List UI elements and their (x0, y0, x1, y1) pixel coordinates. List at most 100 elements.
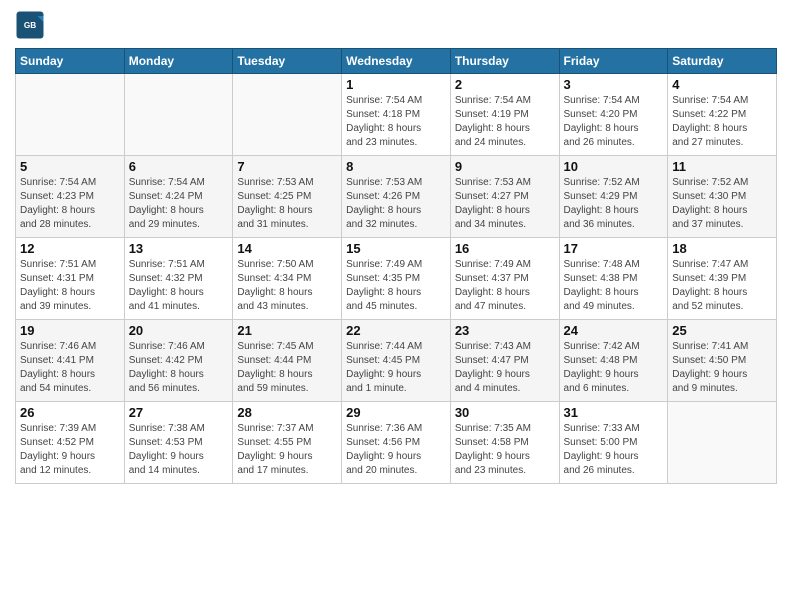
day-number: 14 (237, 241, 337, 256)
calendar-cell: 13Sunrise: 7:51 AM Sunset: 4:32 PM Dayli… (124, 238, 233, 320)
day-number: 18 (672, 241, 772, 256)
day-number: 15 (346, 241, 446, 256)
day-number: 4 (672, 77, 772, 92)
day-info: Sunrise: 7:43 AM Sunset: 4:47 PM Dayligh… (455, 340, 555, 396)
day-number: 22 (346, 323, 446, 338)
day-info: Sunrise: 7:54 AM Sunset: 4:19 PM Dayligh… (455, 94, 555, 150)
weekday-header-row: SundayMondayTuesdayWednesdayThursdayFrid… (16, 49, 777, 74)
calendar-week-1: 1Sunrise: 7:54 AM Sunset: 4:18 PM Daylig… (16, 74, 777, 156)
calendar-table: SundayMondayTuesdayWednesdayThursdayFrid… (15, 48, 777, 484)
weekday-header-monday: Monday (124, 49, 233, 74)
day-number: 28 (237, 405, 337, 420)
calendar-cell: 8 Sunrise: 7:53 AM Sunset: 4:26 PM Daylig… (342, 156, 451, 238)
logo-icon: GB (15, 10, 45, 40)
calendar-cell: 22 Sunrise: 7:44 AM Sunset: 4:45 PM Dayli… (342, 320, 451, 402)
day-info: Sunrise: 7:52 AM Sunset: 4:29 PM Dayligh… (564, 176, 664, 232)
day-info: Sunrise: 7:37 AM Sunset: 4:55 PM Dayligh… (237, 422, 337, 478)
calendar-cell: 21Sunrise: 7:45 AM Sunset: 4:44 PM Dayli… (233, 320, 342, 402)
day-info: Sunrise: 7:53 AM Sunset: 4:25 PM Dayligh… (237, 176, 337, 232)
day-number: 30 (455, 405, 555, 420)
day-number: 25 (672, 323, 772, 338)
day-info: Sunrise: 7:54 AM Sunset: 4:23 PM Dayligh… (20, 176, 120, 232)
calendar-cell (233, 74, 342, 156)
calendar-cell: 16Sunrise: 7:49 AM Sunset: 4:37 PM Dayli… (450, 238, 559, 320)
day-info: Sunrise: 7:49 AM Sunset: 4:35 PM Dayligh… (346, 258, 446, 314)
day-number: 8 (346, 159, 446, 174)
day-info: Sunrise: 7:41 AM Sunset: 4:50 PM Dayligh… (672, 340, 772, 396)
day-number: 19 (20, 323, 120, 338)
calendar-cell: 25 Sunrise: 7:41 AM Sunset: 4:50 PM Dayli… (668, 320, 777, 402)
calendar-cell: 12Sunrise: 7:51 AM Sunset: 4:31 PM Dayli… (16, 238, 125, 320)
calendar-cell: 1Sunrise: 7:54 AM Sunset: 4:18 PM Daylig… (342, 74, 451, 156)
calendar-week-4: 19Sunrise: 7:46 AM Sunset: 4:41 PM Dayli… (16, 320, 777, 402)
day-info: Sunrise: 7:54 AM Sunset: 4:24 PM Dayligh… (129, 176, 229, 232)
day-info: Sunrise: 7:39 AM Sunset: 4:52 PM Dayligh… (20, 422, 120, 478)
day-number: 23 (455, 323, 555, 338)
logo: GB (15, 10, 49, 40)
calendar-cell: 2Sunrise: 7:54 AM Sunset: 4:19 PM Daylig… (450, 74, 559, 156)
calendar-cell: 30Sunrise: 7:35 AM Sunset: 4:58 PM Dayli… (450, 402, 559, 484)
weekday-header-tuesday: Tuesday (233, 49, 342, 74)
day-info: Sunrise: 7:36 AM Sunset: 4:56 PM Dayligh… (346, 422, 446, 478)
svg-text:GB: GB (24, 21, 36, 30)
weekday-header-sunday: Sunday (16, 49, 125, 74)
calendar-cell: 18 Sunrise: 7:47 AM Sunset: 4:39 PM Dayli… (668, 238, 777, 320)
day-number: 13 (129, 241, 229, 256)
calendar-cell (16, 74, 125, 156)
day-number: 7 (237, 159, 337, 174)
day-info: Sunrise: 7:46 AM Sunset: 4:42 PM Dayligh… (129, 340, 229, 396)
calendar-cell: 19Sunrise: 7:46 AM Sunset: 4:41 PM Dayli… (16, 320, 125, 402)
calendar-cell (124, 74, 233, 156)
day-number: 24 (564, 323, 664, 338)
day-number: 11 (672, 159, 772, 174)
day-number: 12 (20, 241, 120, 256)
day-info: Sunrise: 7:53 AM Sunset: 4:27 PM Dayligh… (455, 176, 555, 232)
calendar-cell: 23 Sunrise: 7:43 AM Sunset: 4:47 PM Dayli… (450, 320, 559, 402)
calendar-cell: 31Sunrise: 7:33 AM Sunset: 5:00 PM Dayli… (559, 402, 668, 484)
day-info: Sunrise: 7:47 AM Sunset: 4:39 PM Dayligh… (672, 258, 772, 314)
weekday-header-wednesday: Wednesday (342, 49, 451, 74)
day-info: Sunrise: 7:53 AM Sunset: 4:26 PM Dayligh… (346, 176, 446, 232)
calendar-cell: 5 Sunrise: 7:54 AM Sunset: 4:23 PM Daylig… (16, 156, 125, 238)
day-info: Sunrise: 7:49 AM Sunset: 4:37 PM Dayligh… (455, 258, 555, 314)
calendar-cell: 4Sunrise: 7:54 AM Sunset: 4:22 PM Daylig… (668, 74, 777, 156)
day-number: 3 (564, 77, 664, 92)
day-info: Sunrise: 7:54 AM Sunset: 4:20 PM Dayligh… (564, 94, 664, 150)
day-info: Sunrise: 7:38 AM Sunset: 4:53 PM Dayligh… (129, 422, 229, 478)
weekday-header-thursday: Thursday (450, 49, 559, 74)
calendar-cell: 3 Sunrise: 7:54 AM Sunset: 4:20 PM Daylig… (559, 74, 668, 156)
day-info: Sunrise: 7:52 AM Sunset: 4:30 PM Dayligh… (672, 176, 772, 232)
weekday-header-saturday: Saturday (668, 49, 777, 74)
day-number: 21 (237, 323, 337, 338)
day-number: 27 (129, 405, 229, 420)
day-info: Sunrise: 7:42 AM Sunset: 4:48 PM Dayligh… (564, 340, 664, 396)
calendar-cell: 10 Sunrise: 7:52 AM Sunset: 4:29 PM Dayli… (559, 156, 668, 238)
calendar-cell: 24 Sunrise: 7:42 AM Sunset: 4:48 PM Dayli… (559, 320, 668, 402)
calendar-cell (668, 402, 777, 484)
calendar-cell: 28 Sunrise: 7:37 AM Sunset: 4:55 PM Dayli… (233, 402, 342, 484)
day-number: 17 (564, 241, 664, 256)
calendar-cell: 15 Sunrise: 7:49 AM Sunset: 4:35 PM Dayli… (342, 238, 451, 320)
page: GB SundayMondayTuesdayWednesdayThursdayF… (0, 0, 792, 612)
day-number: 5 (20, 159, 120, 174)
day-number: 26 (20, 405, 120, 420)
calendar-week-3: 12Sunrise: 7:51 AM Sunset: 4:31 PM Dayli… (16, 238, 777, 320)
calendar-cell: 7 Sunrise: 7:53 AM Sunset: 4:25 PM Daylig… (233, 156, 342, 238)
calendar-cell: 29 Sunrise: 7:36 AM Sunset: 4:56 PM Dayli… (342, 402, 451, 484)
calendar-cell: 14Sunrise: 7:50 AM Sunset: 4:34 PM Dayli… (233, 238, 342, 320)
day-number: 10 (564, 159, 664, 174)
header: GB (15, 10, 777, 40)
calendar-cell: 27 Sunrise: 7:38 AM Sunset: 4:53 PM Dayli… (124, 402, 233, 484)
calendar-cell: 17 Sunrise: 7:48 AM Sunset: 4:38 PM Dayli… (559, 238, 668, 320)
day-number: 20 (129, 323, 229, 338)
calendar-week-5: 26 Sunrise: 7:39 AM Sunset: 4:52 PM Dayli… (16, 402, 777, 484)
day-info: Sunrise: 7:44 AM Sunset: 4:45 PM Dayligh… (346, 340, 446, 396)
day-info: Sunrise: 7:54 AM Sunset: 4:18 PM Dayligh… (346, 94, 446, 150)
calendar-cell: 9Sunrise: 7:53 AM Sunset: 4:27 PM Daylig… (450, 156, 559, 238)
calendar-week-2: 5 Sunrise: 7:54 AM Sunset: 4:23 PM Daylig… (16, 156, 777, 238)
calendar-cell: 11 Sunrise: 7:52 AM Sunset: 4:30 PM Dayli… (668, 156, 777, 238)
calendar-cell: 20 Sunrise: 7:46 AM Sunset: 4:42 PM Dayli… (124, 320, 233, 402)
day-number: 29 (346, 405, 446, 420)
calendar-cell: 6Sunrise: 7:54 AM Sunset: 4:24 PM Daylig… (124, 156, 233, 238)
day-info: Sunrise: 7:48 AM Sunset: 4:38 PM Dayligh… (564, 258, 664, 314)
